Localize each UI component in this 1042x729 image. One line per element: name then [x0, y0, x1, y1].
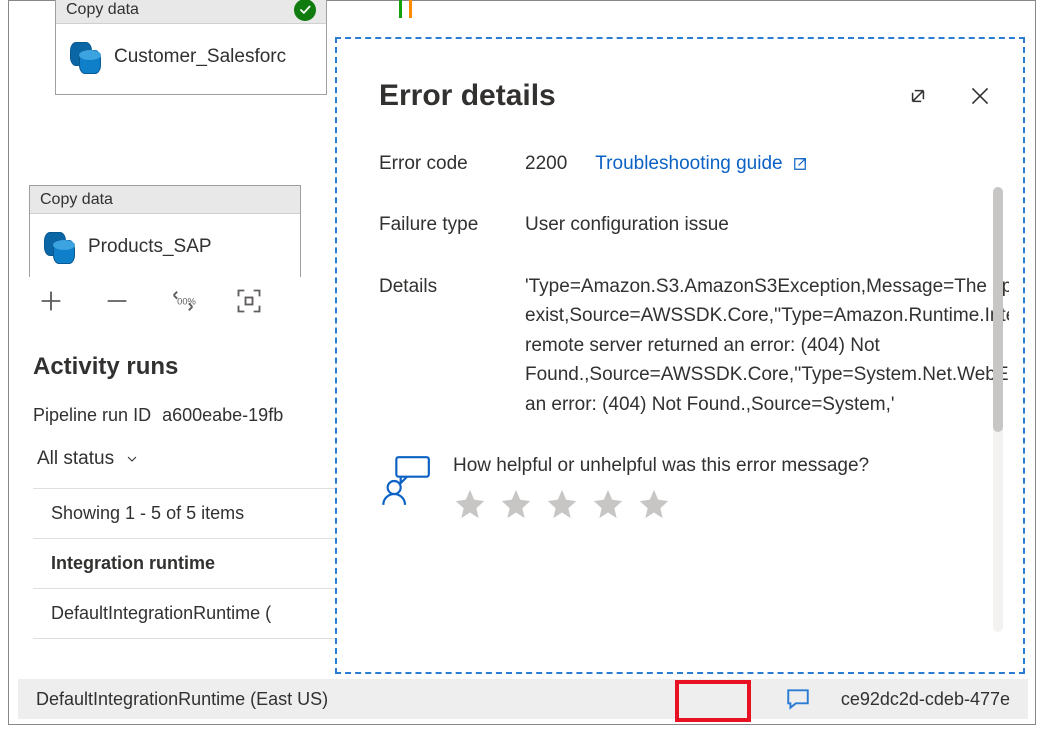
feedback-person-icon: [379, 455, 431, 512]
activity-type-label: Copy data: [66, 1, 139, 19]
database-icon: [44, 230, 74, 264]
svg-text:00%: 00%: [177, 297, 196, 307]
error-code-value: 2200: [525, 149, 567, 178]
app-frame: Copy data Customer_Salesforc Copy data P…: [8, 0, 1036, 725]
database-icon: [70, 40, 100, 74]
zoom-in-button[interactable]: [37, 287, 65, 315]
activity-type-label: Copy data: [40, 191, 113, 209]
error-code-label: Error code: [379, 149, 515, 178]
status-success-icon: [294, 0, 316, 21]
feedback-stars: [453, 487, 869, 526]
scrollbar-thumb[interactable]: [993, 187, 1003, 432]
pipeline-run-id-value: a600eabe-19fb: [162, 405, 283, 426]
error-fields: Error code 2200 Troubleshooting guide Fa…: [379, 149, 979, 419]
details-value: 'Type=Amazon.S3.AmazonS3Exception,Messag…: [525, 272, 1009, 419]
details-label: Details: [379, 272, 515, 419]
error-details-flyout: Error details Error code 2200 Troublesho…: [335, 37, 1025, 674]
feedback-section: How helpful or unhelpful was this error …: [379, 455, 979, 526]
pipeline-run-id-label: Pipeline run ID: [33, 405, 151, 426]
flyout-scrollbar[interactable]: [993, 187, 1003, 632]
status-filter-dropdown[interactable]: All status: [33, 436, 140, 482]
zoom-fit-button[interactable]: [235, 287, 263, 315]
zoom-reset-button[interactable]: 00%: [169, 287, 197, 315]
flyout-title: Error details: [379, 79, 979, 113]
activity-card-customer-salesforce[interactable]: Copy data Customer_Salesforc: [55, 0, 327, 95]
star-3[interactable]: [545, 487, 579, 526]
status-filter-label: All status: [37, 448, 114, 470]
star-4[interactable]: [591, 487, 625, 526]
zoom-out-button[interactable]: [103, 287, 131, 315]
star-5[interactable]: [637, 487, 671, 526]
activity-name: Products_SAP: [88, 236, 212, 258]
error-details-icon[interactable]: [785, 688, 811, 710]
decoration-tick-green: [399, 0, 402, 18]
runtime-name: DefaultIntegrationRuntime (East US): [36, 689, 328, 710]
activity-run-id: ce92dc2d-cdeb-477e: [841, 689, 1010, 710]
activity-name: Customer_Salesforc: [114, 46, 286, 68]
runtime-row-selected[interactable]: DefaultIntegrationRuntime (East US) ce92…: [18, 679, 1028, 719]
activity-card-products-sap[interactable]: Copy data Products_SAP: [29, 185, 301, 285]
failure-type-label: Failure type: [379, 210, 515, 239]
star-2[interactable]: [499, 487, 533, 526]
callout-highlight: [675, 680, 751, 722]
external-link-icon: [791, 155, 809, 173]
feedback-prompt: How helpful or unhelpful was this error …: [453, 455, 869, 477]
troubleshooting-guide-label: Troubleshooting guide: [595, 149, 782, 178]
decoration-tick-orange: [409, 0, 412, 18]
chevron-down-icon: [124, 451, 140, 467]
star-1[interactable]: [453, 487, 487, 526]
failure-type-value: User configuration issue: [525, 210, 1009, 239]
troubleshooting-guide-link[interactable]: Troubleshooting guide: [595, 149, 808, 178]
